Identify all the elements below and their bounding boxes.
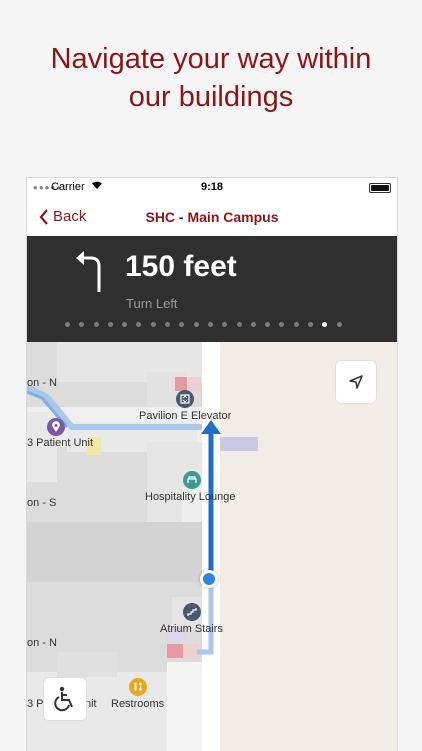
step-dot[interactable] [236,322,242,327]
map-label-elevator[interactable]: Pavilion E Elevator [139,410,231,422]
step-dot[interactable] [150,322,156,327]
map-label-wing-n-2: on - N [27,637,57,649]
elevator-icon[interactable] [176,390,194,408]
map-label-patient-unit: 3 Patient Unit [27,437,94,449]
step-dot[interactable] [165,322,171,327]
step-dot[interactable] [308,322,314,327]
map-label-wing-s: on - S [27,497,57,509]
lounge-icon[interactable] [183,471,201,489]
step-dot[interactable] [122,322,128,327]
headline-line-2: our buildings [128,81,294,113]
location-arrow-icon [349,375,363,389]
battery-icon [369,183,391,193]
headline-line-1: Navigate your way within [50,43,372,75]
step-dot[interactable] [136,322,142,327]
indoor-map[interactable]: on - N 3 Patient Unit Pavilion E Elevato… [27,342,397,751]
step-pager[interactable] [65,322,351,327]
wheelchair-icon [54,686,73,712]
map-label-lounge[interactable]: Hospitality Lounge [145,491,236,503]
step-dot[interactable] [179,322,185,327]
page-title: SHC - Main Campus [145,209,279,225]
step-dot[interactable] [193,322,199,327]
location-pin-icon[interactable] [47,418,65,436]
status-time: 9:18 [200,181,224,193]
map-label-wing-n: on - N [27,377,57,389]
phone-screen: ●●●●● Carrier 9:18 Back SHC - Main Campu… [26,177,398,751]
step-dot[interactable] [279,322,285,327]
nav-bar: Back SHC - Main Campus [27,198,397,236]
step-dot[interactable] [207,322,213,327]
step-dot[interactable] [265,322,271,327]
headline: Navigate your way within our buildings [0,40,422,116]
turn-instruction: Turn Left [126,296,178,311]
recenter-button[interactable] [335,360,377,404]
restrooms-icon[interactable] [129,678,147,696]
step-dot[interactable] [293,322,299,327]
turn-distance: 150 feet [125,250,237,283]
step-dot[interactable] [222,322,228,327]
turn-left-arrow-icon [76,251,101,292]
step-dot[interactable] [250,322,256,327]
step-dot[interactable] [93,322,99,327]
step-dot[interactable] [79,322,85,327]
step-dot[interactable] [107,322,113,327]
map-label-restrooms[interactable]: Restrooms [111,698,164,710]
accessibility-button[interactable] [43,677,87,721]
direction-banner: 150 feet Turn Left [27,236,397,342]
step-dot[interactable] [336,322,342,327]
stairs-icon[interactable] [183,603,201,621]
map-label-stairs[interactable]: Atrium Stairs [160,623,223,635]
step-dot[interactable] [65,322,70,327]
current-location-marker [200,570,218,588]
status-bar: ●●●●● Carrier 9:18 [27,178,397,198]
step-dot[interactable] [322,322,328,327]
